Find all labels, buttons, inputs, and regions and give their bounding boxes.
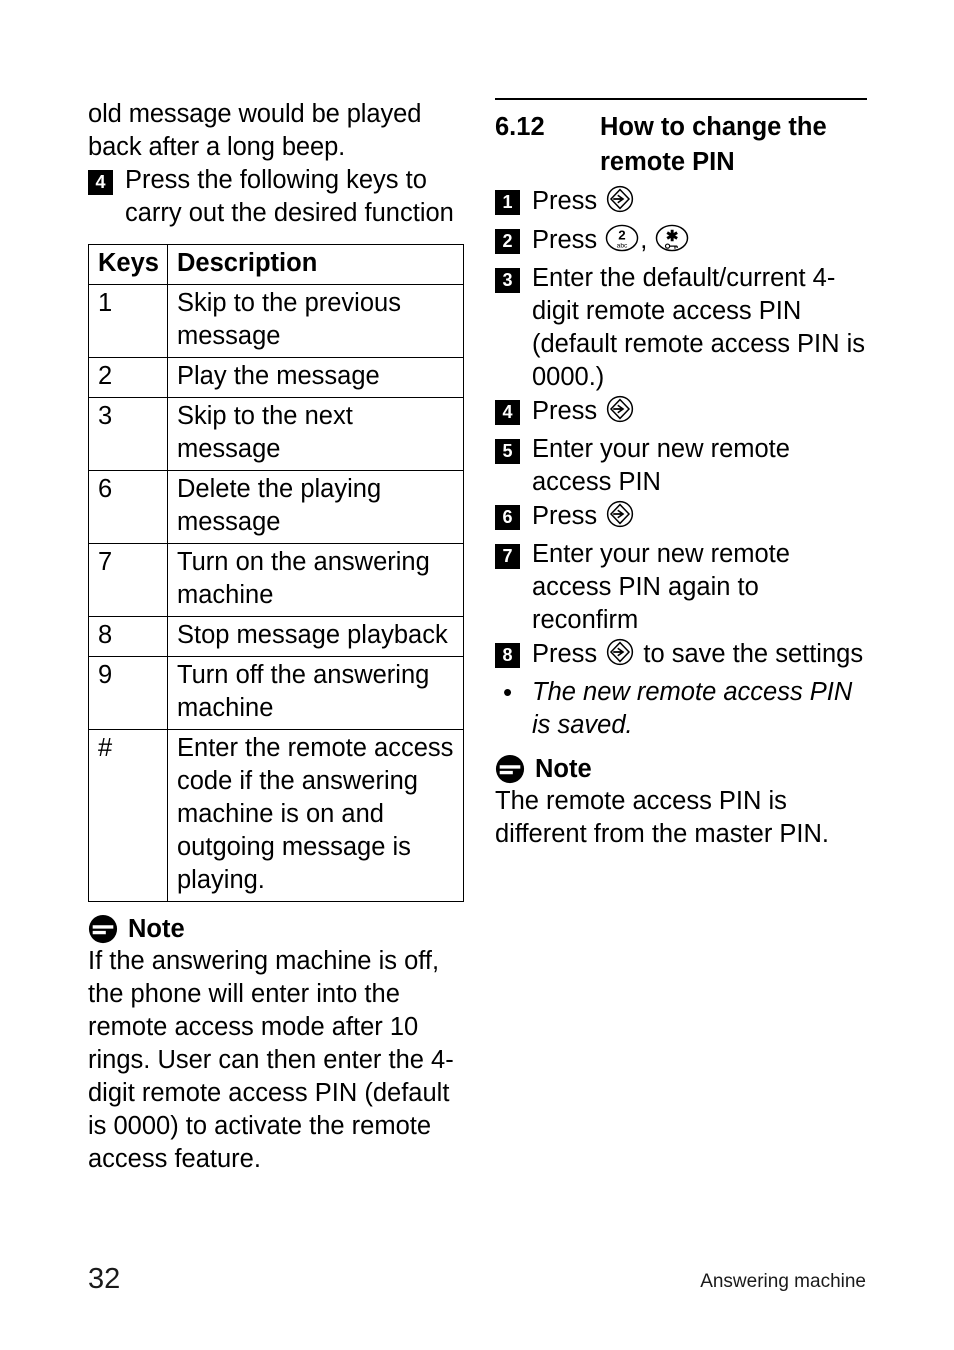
table-row: # Enter the remote access code if the an… [88, 729, 464, 902]
section-title: How to change the remote PIN [600, 113, 827, 176]
note-heading-left: Note [88, 914, 463, 944]
svg-text:✱: ✱ [666, 229, 679, 245]
step-item: 1 Press [495, 184, 867, 223]
footer-section-label: Answering machine [700, 1271, 866, 1292]
step-item: 6 Press [495, 499, 867, 538]
step-number-badge: 6 [495, 505, 520, 530]
note-icon [88, 914, 118, 944]
table-cell-key: # [88, 729, 168, 902]
key-separator: , [640, 226, 648, 254]
step-item: 2 Press 2 abc, ✱ [495, 223, 867, 262]
table-row: 6 Delete the playing message [88, 470, 464, 544]
table-cell-key: 9 [88, 656, 168, 730]
table-cell-description: Stop message playback [167, 616, 464, 657]
table-row: 8 Stop message playback [88, 616, 464, 657]
menu-select-key-icon [605, 394, 635, 433]
bullet-item: • The new remote access PIN is saved. [495, 676, 867, 742]
manual-page: old message would be played back after a… [0, 0, 954, 1350]
menu-select-key-icon [605, 499, 635, 538]
step-item: 5 Enter your new remote access PIN [495, 433, 867, 499]
table-row: 2 Play the message [88, 357, 464, 398]
menu-select-key-icon [605, 184, 635, 223]
note-heading-right: Note [495, 754, 867, 784]
bullet-marker: • [502, 677, 513, 707]
step-item: 8 Press to save the settings [495, 637, 867, 676]
step-text-before: Press [532, 502, 605, 530]
table-cell-description: Turn on the answering machine [167, 543, 464, 617]
table-row: 3 Skip to the next message [88, 397, 464, 471]
keys-description-table: Keys Description 1 Skip to the previous … [88, 244, 464, 902]
step-text: Press [532, 184, 867, 223]
right-column: 6.12 How to change the remote PIN 1 Pres… [495, 98, 867, 851]
table-header-row: Keys Description [88, 244, 464, 285]
table-cell-description: Delete the playing message [167, 470, 464, 544]
table-cell-key: 8 [88, 616, 168, 657]
step-item: 4 Press the following keys to carry out … [88, 164, 463, 230]
note-body-right: The remote access PIN is different from … [495, 787, 829, 848]
svg-text:abc: abc [617, 243, 628, 250]
table-row: 9 Turn off the answering machine [88, 656, 464, 730]
menu-select-key-icon [605, 637, 635, 676]
table-cell-description: Skip to the next message [167, 397, 464, 471]
table-cell-description: Skip to the previous message [167, 284, 464, 358]
table-cell-description: Play the message [167, 357, 464, 398]
step-text-before: Press [532, 397, 605, 425]
step-text-after: to save the settings [636, 640, 864, 668]
table-cell-key: 7 [88, 543, 168, 617]
table-cell-description: Enter the remote access code if the answ… [167, 729, 464, 902]
step-number-badge: 4 [88, 170, 113, 195]
step-number-badge: 8 [495, 643, 520, 668]
step-number-badge: 5 [495, 439, 520, 464]
table-header-description: Description [167, 244, 464, 285]
step-item: 7 Enter your new remote access PIN again… [495, 538, 867, 637]
continued-paragraph: old message would be played back after a… [88, 100, 422, 161]
step-number-badge: 4 [495, 400, 520, 425]
table-cell-key: 1 [88, 284, 168, 358]
table-row: 1 Skip to the previous message [88, 284, 464, 358]
step-text-before: Press [532, 187, 605, 215]
step-text: Press 2 abc, ✱ [532, 223, 867, 262]
section-rule [495, 98, 867, 100]
step-text: Enter your new remote access PIN [532, 435, 790, 496]
step-item: 4 Press [495, 394, 867, 433]
step-text: Press to save the settings [532, 637, 867, 676]
step-text: Press the following keys to carry out th… [125, 166, 454, 227]
table-cell-key: 6 [88, 470, 168, 544]
step-text: Enter the default/current 4-digit remote… [532, 264, 866, 391]
table-cell-description: Turn off the answering machine [167, 656, 464, 730]
step-number-badge: 2 [495, 229, 520, 254]
note-body-left: If the answering machine is off, the pho… [88, 947, 454, 1173]
step-text: Press [532, 394, 867, 433]
step-text-before: Press [532, 226, 605, 254]
note-title: Note [128, 915, 185, 943]
step-number-badge: 7 [495, 544, 520, 569]
digit-2-abc-key-icon: 2 abc [605, 223, 639, 262]
star-key-icon: ✱ [655, 223, 689, 262]
step-number-badge: 1 [495, 190, 520, 215]
step-text: Press [532, 499, 867, 538]
page-number: 32 [88, 1263, 121, 1295]
section-number: 6.12 [495, 113, 545, 141]
table-cell-key: 3 [88, 397, 168, 471]
note-icon [495, 754, 525, 784]
step-text: Enter your new remote access PIN again t… [532, 540, 790, 634]
step-number-badge: 3 [495, 268, 520, 293]
table-cell-key: 2 [88, 357, 168, 398]
bullet-text: The new remote access PIN is saved. [532, 678, 853, 739]
step-item: 3 Enter the default/current 4-digit remo… [495, 262, 867, 394]
section-heading: 6.12 How to change the remote PIN [495, 110, 867, 180]
note-title: Note [535, 755, 592, 783]
left-column: old message would be played back after a… [88, 98, 464, 1176]
svg-text:2: 2 [619, 227, 626, 242]
table-header-keys: Keys [88, 244, 168, 285]
table-row: 7 Turn on the answering machine [88, 543, 464, 617]
step-text-before: Press [532, 640, 605, 668]
